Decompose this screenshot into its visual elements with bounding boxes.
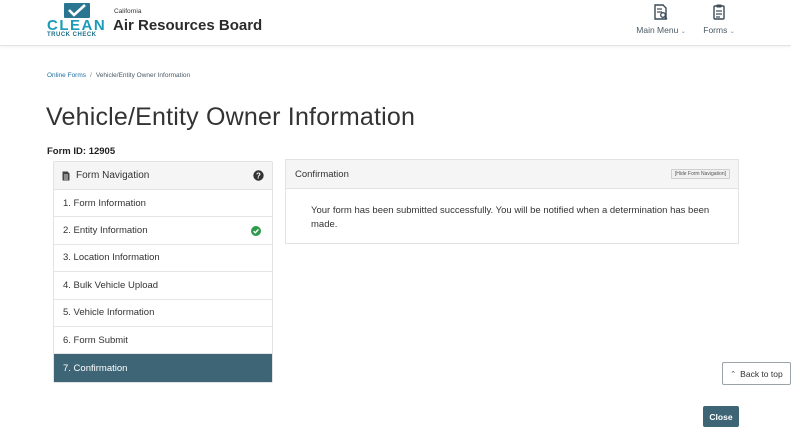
nav-item-form-information[interactable]: 1. Form Information xyxy=(54,190,272,218)
nav-item-label: 4. Bulk Vehicle Upload xyxy=(63,279,159,291)
confirmation-header: Confirmation [Hide Form Navigation] xyxy=(286,160,738,189)
main-menu-label: Main Menu xyxy=(636,25,679,35)
confirmation-message: Your form has been submitted successfull… xyxy=(311,205,710,230)
nav-item-bulk-vehicle-upload[interactable]: 4. Bulk Vehicle Upload xyxy=(54,272,272,300)
checkmark-logo-icon xyxy=(64,3,90,18)
nav-item-label: 6. Form Submit xyxy=(63,334,128,346)
form-navigation-title: Form Navigation xyxy=(76,170,150,181)
brand-title[interactable]: Air Resources Board xyxy=(113,17,262,34)
nav-item-label: 2. Entity Information xyxy=(63,225,148,237)
forms-menu-button[interactable]: Forms ⌄ xyxy=(689,4,749,35)
nav-item-label: 5. Vehicle Information xyxy=(63,307,155,319)
nav-item-confirmation[interactable]: 7. Confirmation xyxy=(54,354,272,382)
chevron-down-icon: ⌄ xyxy=(680,29,686,35)
nav-item-label: 3. Location Information xyxy=(63,252,160,264)
nav-item-form-submit[interactable]: 6. Form Submit xyxy=(54,327,272,355)
chevron-down-icon: ⌄ xyxy=(729,29,735,35)
question-circle-icon[interactable]: ? xyxy=(253,170,264,181)
forms-menu-label: Forms xyxy=(703,25,728,35)
check-circle-icon xyxy=(251,225,261,236)
document-icon xyxy=(62,171,70,180)
close-button[interactable]: Close xyxy=(703,406,739,427)
nav-item-location-information[interactable]: 3. Location Information xyxy=(54,245,272,273)
form-navigation-header: Form Navigation ? xyxy=(54,162,272,190)
main-menu-button[interactable]: Main Menu ⌄ xyxy=(631,4,691,35)
form-id: Form ID: 12905 xyxy=(47,146,116,157)
brand-state: California xyxy=(114,8,142,15)
hide-form-navigation-button[interactable]: [Hide Form Navigation] xyxy=(670,169,730,179)
clean-truck-check-logo[interactable]: CLEAN TRUCK CHECK xyxy=(47,3,109,39)
logo-clean-text: CLEAN xyxy=(47,17,107,34)
clipboard-icon xyxy=(713,4,725,20)
confirmation-title: Confirmation xyxy=(295,168,349,180)
document-search-icon xyxy=(654,4,668,20)
breadcrumb-current: Vehicle/Entity Owner Information xyxy=(95,72,191,79)
form-navigation-panel: Form Navigation ? 1. Form Information 2.… xyxy=(53,161,273,383)
back-to-top-button[interactable]: ⌃ Back to top xyxy=(722,362,791,385)
chevron-up-icon: ⌃ xyxy=(730,370,737,378)
breadcrumb-separator: / xyxy=(90,72,92,79)
page-title: Vehicle/Entity Owner Information xyxy=(46,103,416,131)
breadcrumb-online-forms[interactable]: Online Forms xyxy=(47,72,86,79)
site-header: CLEAN TRUCK CHECK California Air Resourc… xyxy=(0,0,791,46)
nav-item-label: 7. Confirmation xyxy=(63,362,128,374)
nav-item-entity-information[interactable]: 2. Entity Information xyxy=(54,217,272,245)
nav-item-label: 1. Form Information xyxy=(63,197,146,209)
breadcrumb: Online Forms / Vehicle/Entity Owner Inform… xyxy=(47,72,190,79)
logo-truck-check-text: TRUCK CHECK xyxy=(47,32,97,38)
back-to-top-label: Back to top xyxy=(740,368,783,379)
svg-text:?: ? xyxy=(256,171,261,180)
nav-item-vehicle-information[interactable]: 5. Vehicle Information xyxy=(54,300,272,327)
confirmation-panel: Confirmation [Hide Form Navigation] Your… xyxy=(285,159,739,244)
